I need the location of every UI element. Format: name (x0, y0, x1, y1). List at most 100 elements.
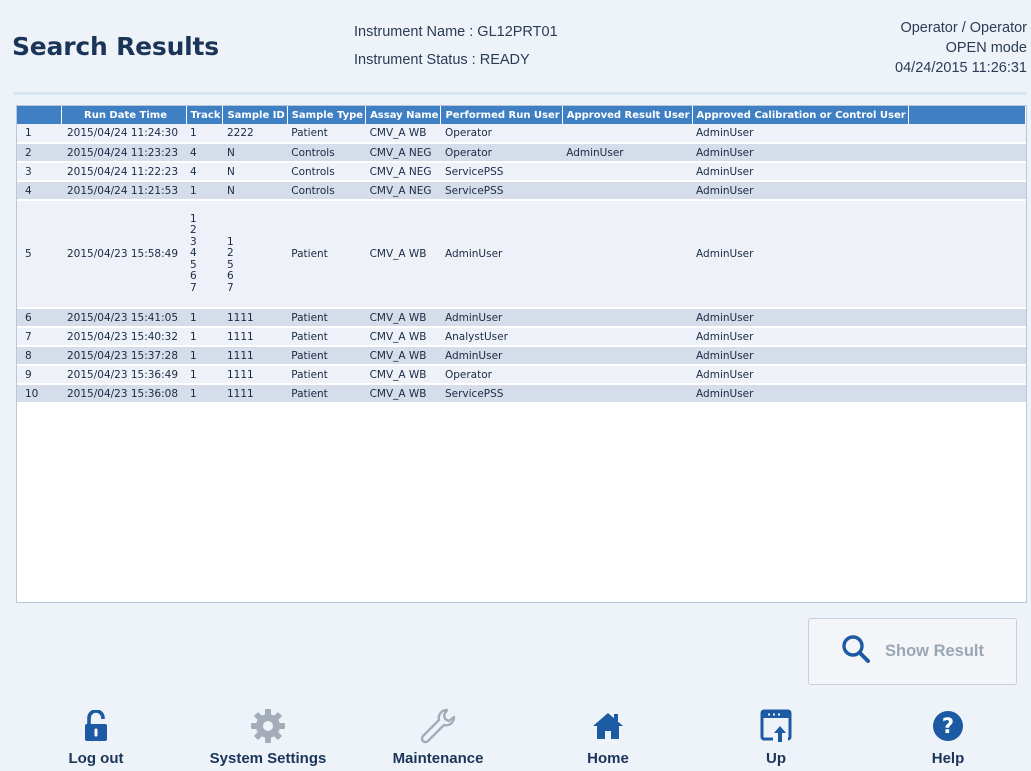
sample-type-cell: Patient (287, 200, 366, 309)
column-header[interactable]: Sample ID (222, 106, 288, 124)
up-window-icon (760, 704, 792, 748)
row-number-cell: 1 (17, 124, 61, 144)
table-row[interactable]: 9 2015/04/23 15:36:49 1 1111 Patient CMV_A WB… (17, 365, 1026, 385)
track-cell: 1 (186, 124, 223, 144)
sample-id-cell: N (222, 143, 288, 163)
row-number-cell: 3 (17, 162, 61, 182)
access-mode: OPEN mode (945, 40, 1027, 56)
column-header[interactable]: Approved Calibration or Control User (692, 106, 909, 124)
system-settings-label: System Settings (209, 750, 327, 767)
row-number-cell: 7 (17, 327, 61, 347)
filler-cell-cell (908, 327, 1026, 347)
filler-cell-cell (908, 162, 1026, 182)
approved-calibration-user-cell: AdminUser (692, 384, 909, 404)
maintenance-label: Maintenance (392, 750, 484, 767)
help-button[interactable]: ? Help (916, 704, 980, 771)
column-header[interactable]: Approved Result User (562, 106, 693, 124)
results-table-container[interactable]: Run Date Time Track Sample ID Sample Type As… (16, 105, 1027, 603)
approved-result-user-cell: AdminUser (562, 143, 693, 163)
instrument-status: Instrument Status : READY (354, 52, 530, 68)
approved-calibration-user-cell: AdminUser (692, 181, 909, 201)
assay-name-cell: CMV_A WB (365, 384, 441, 404)
performed-run-user-cell: Operator (440, 365, 563, 385)
approved-calibration-user-cell: AdminUser (692, 162, 909, 182)
table-row[interactable]: 1 2015/04/24 11:24:30 1 2222 Patient CMV_A WB… (17, 124, 1026, 144)
filler-cell-cell (908, 308, 1026, 328)
table-row[interactable]: 5 2015/04/23 15:58:49 1 2 3 4 5 6 7 1 2 5 6 7 Patient… (17, 200, 1026, 309)
run-date-time-cell: 2015/04/23 15:41:05 (61, 308, 186, 328)
table-row[interactable]: 10 2015/04/23 15:36:08 1 1111 Patient CMV_A W… (17, 384, 1026, 404)
performed-run-user-cell: Operator (440, 124, 563, 144)
performed-run-user-cell: Operator (440, 143, 563, 163)
table-row[interactable]: 4 2015/04/24 11:21:53 1 N Controls CMV_A NEG S… (17, 181, 1026, 201)
column-header[interactable] (908, 106, 1026, 124)
sample-type-cell: Patient (287, 346, 366, 366)
column-header[interactable]: Performed Run User (440, 106, 563, 124)
track-cell: 1 (186, 327, 223, 347)
results-table: Run Date Time Track Sample ID Sample Type As… (17, 106, 1026, 404)
run-date-time-cell: 2015/04/24 11:23:23 (61, 143, 186, 163)
sample-id-cell: 1111 (222, 308, 288, 328)
approved-result-user-cell (562, 124, 693, 144)
sample-type-cell: Patient (287, 327, 366, 347)
approved-calibration-user-cell: AdminUser (692, 346, 909, 366)
sample-id-line (227, 214, 285, 226)
track-cell: 1 (186, 181, 223, 201)
sample-id-cell: N (222, 162, 288, 182)
row-number-cell: 9 (17, 365, 61, 385)
sample-type-cell: Controls (287, 143, 366, 163)
table-row[interactable]: 6 2015/04/23 15:41:05 1 1111 Patient CMV_A WB… (17, 308, 1026, 328)
performed-run-user-cell: ServicePSS (440, 384, 563, 404)
logout-label: Log out (68, 750, 124, 767)
up-label: Up (766, 750, 786, 767)
assay-name-cell: CMV_A NEG (365, 143, 441, 163)
sample-id-line: 1 (226, 235, 234, 248)
assay-name-cell: CMV_A NEG (365, 162, 441, 182)
run-date-time-cell: 2015/04/23 15:58:49 (61, 200, 186, 309)
home-button[interactable]: Home (572, 704, 644, 771)
page-title: Search Results (12, 32, 219, 61)
table-row[interactable]: 2 2015/04/24 11:23:23 4 N Controls CMV_A NEG O… (17, 143, 1026, 163)
sample-id-cell: 1111 (222, 365, 288, 385)
up-button[interactable]: Up (744, 704, 808, 771)
run-date-time-cell: 2015/04/23 15:36:08 (61, 384, 186, 404)
approved-result-user-cell (562, 346, 693, 366)
performed-run-user-cell: ServicePSS (440, 181, 563, 201)
sample-type-cell: Patient (287, 384, 366, 404)
sample-id-line: 7 (226, 281, 234, 294)
show-result-label: Show Result (884, 642, 984, 660)
sample-id-cell: 1111 (222, 327, 288, 347)
maintenance-button[interactable]: Maintenance (378, 704, 498, 771)
row-number-cell: 2 (17, 143, 61, 163)
assay-name-cell: CMV_A WB (365, 124, 441, 144)
logout-button[interactable]: Log out (56, 704, 136, 771)
help-icon: ? (932, 704, 964, 748)
column-header[interactable] (17, 106, 62, 124)
performed-run-user-cell: AnalystUser (440, 327, 563, 347)
table-row[interactable]: 7 2015/04/23 15:40:32 1 1111 Patient CMV_A WB… (17, 327, 1026, 347)
sample-id-cell: N (222, 181, 288, 201)
performed-run-user-cell: AdminUser (440, 346, 563, 366)
column-header[interactable]: Run Date Time (61, 106, 187, 124)
track-line: 7 (190, 281, 197, 294)
header: Search Results Instrument Name : GL12PRT… (0, 0, 1031, 92)
performed-run-user-cell: ServicePSS (440, 162, 563, 182)
assay-name-cell: CMV_A WB (365, 365, 441, 385)
sample-id-line: 2 (226, 247, 234, 260)
sample-id-cell: 1111 (222, 384, 288, 404)
show-result-button[interactable]: Show Result (808, 618, 1017, 685)
sample-id-cell: 2222 (222, 124, 288, 144)
column-header[interactable]: Assay Name (365, 106, 442, 124)
gear-icon (250, 704, 286, 748)
sample-id-line (227, 225, 285, 237)
table-row[interactable]: 3 2015/04/24 11:22:23 4 N Controls CMV_A NEG S… (17, 162, 1026, 182)
column-header[interactable]: Sample Type (287, 106, 367, 124)
system-settings-button[interactable]: System Settings (193, 704, 343, 771)
unlock-icon (83, 704, 109, 748)
table-row[interactable]: 8 2015/04/23 15:37:28 1 1111 Patient CMV_A WB… (17, 346, 1026, 366)
filler-cell-cell (908, 124, 1026, 144)
sample-type-cell: Patient (287, 308, 366, 328)
approved-result-user-cell (562, 384, 693, 404)
track-cell: 1 (186, 365, 223, 385)
column-header[interactable]: Track (186, 106, 224, 124)
